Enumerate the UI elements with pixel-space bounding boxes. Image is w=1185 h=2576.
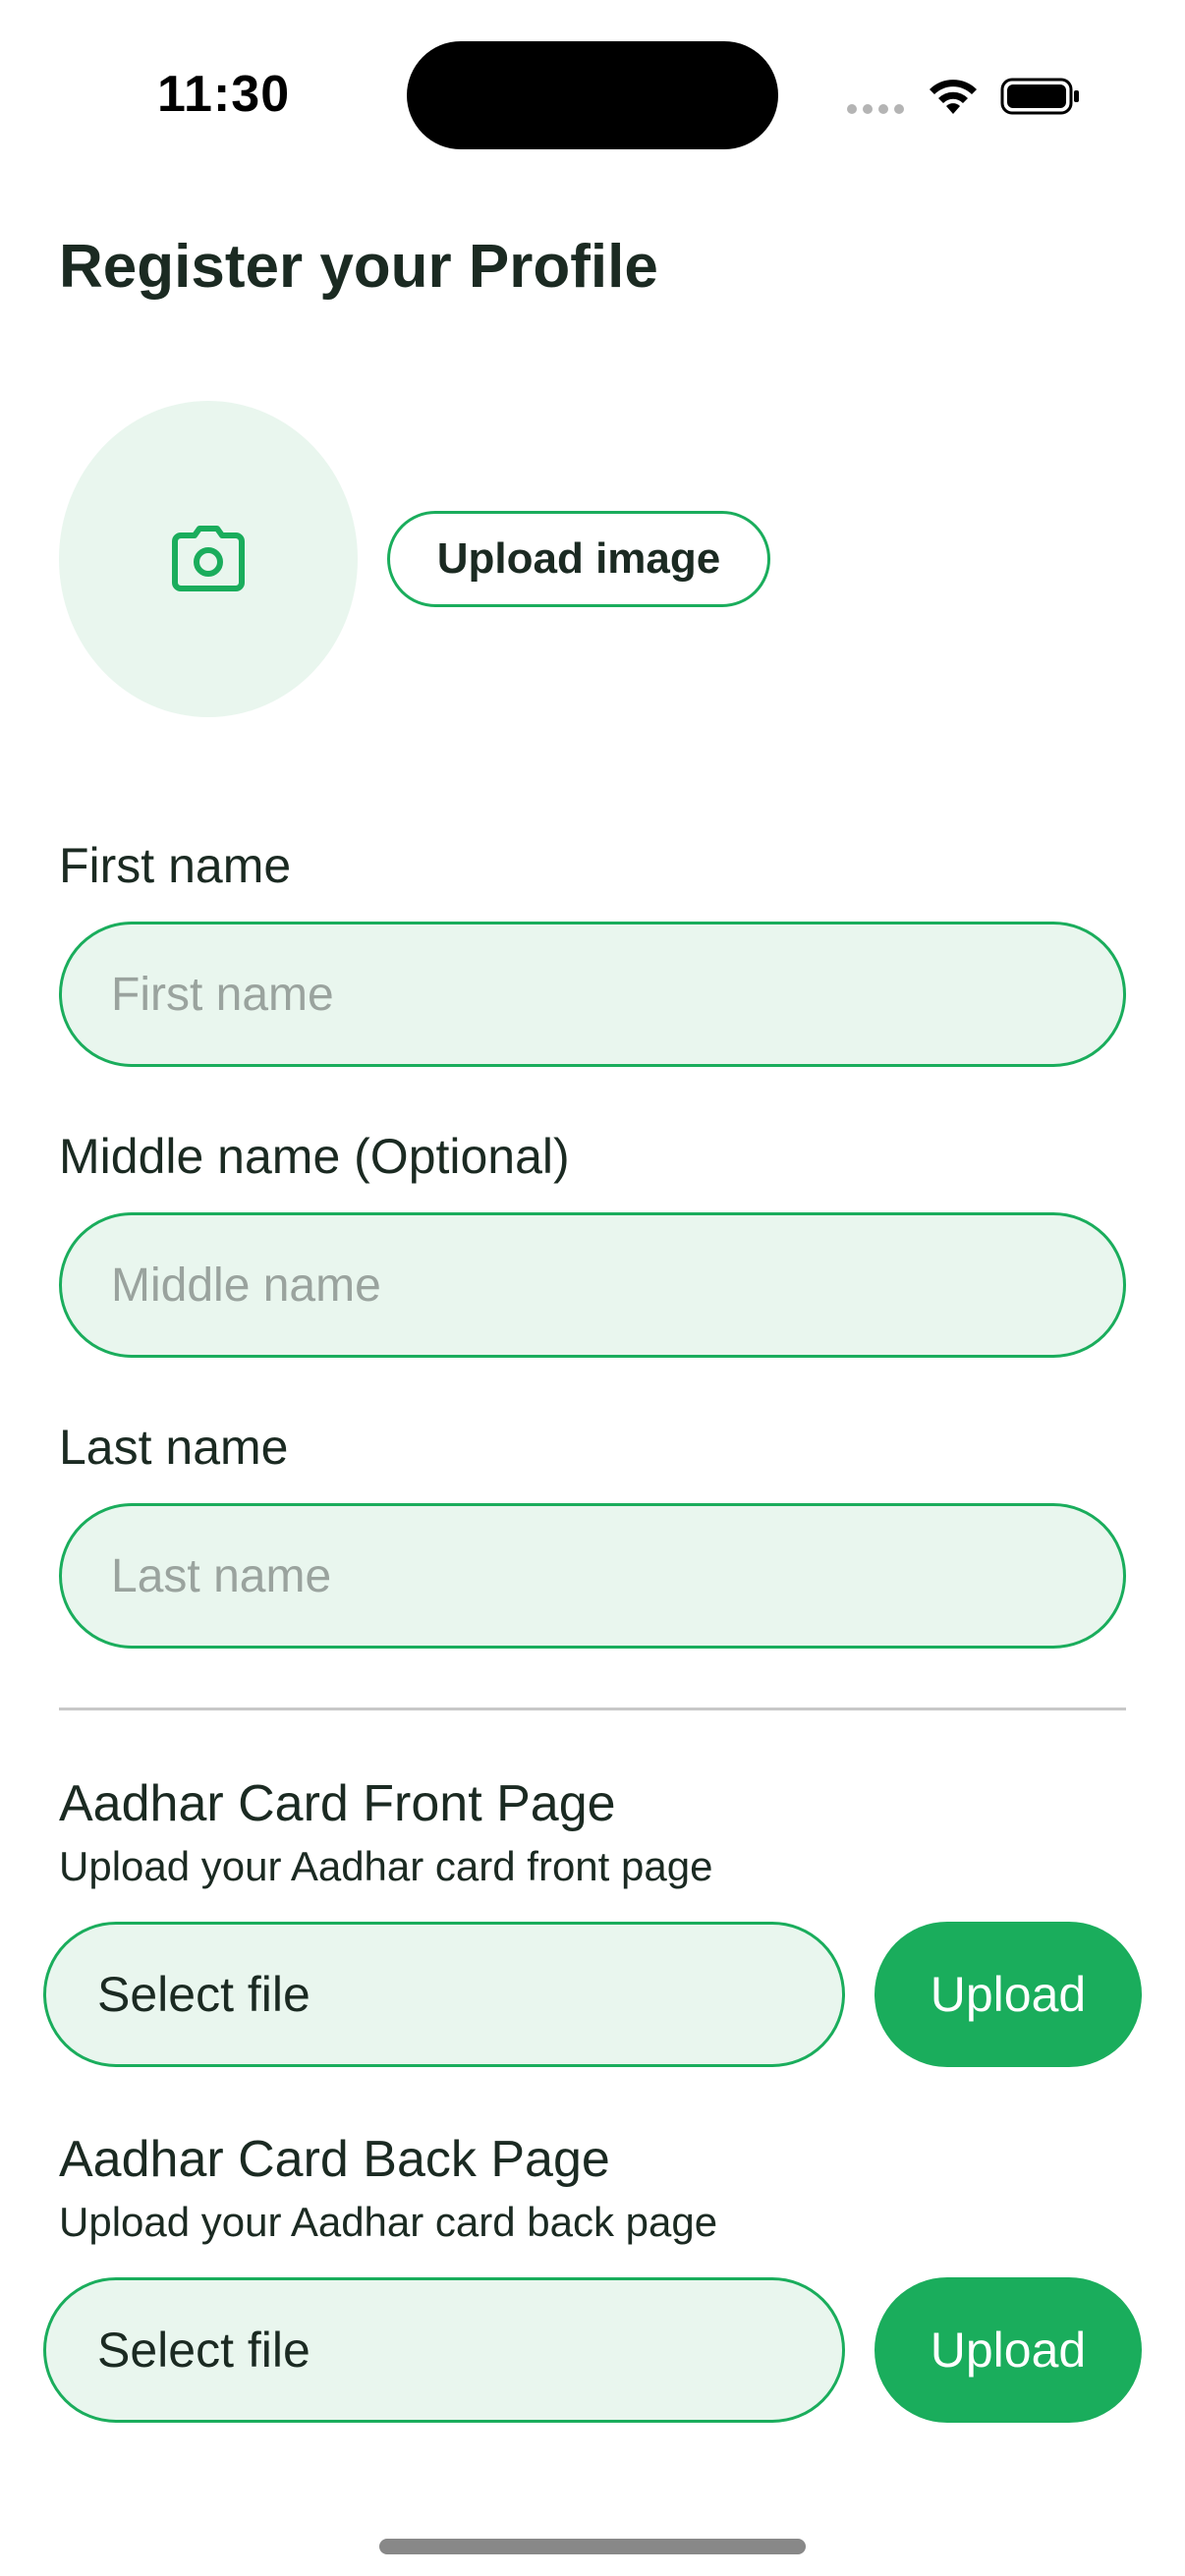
- middle-name-input[interactable]: [59, 1212, 1126, 1358]
- section-divider: [59, 1708, 1126, 1710]
- wifi-icon: [930, 80, 977, 114]
- camera-icon: [172, 526, 245, 591]
- aadhar-back-title: Aadhar Card Back Page: [59, 2131, 610, 2188]
- aadhar-back-upload-button[interactable]: Upload: [875, 2277, 1142, 2423]
- cellular-signal-icon: [847, 104, 904, 114]
- aadhar-front-upload-button[interactable]: Upload: [875, 1922, 1142, 2067]
- status-time: 11:30: [157, 66, 291, 123]
- home-indicator[interactable]: [379, 2539, 806, 2554]
- register-profile-screen: 11:30 Register your Profile Upload image…: [0, 0, 1185, 2576]
- upload-image-button[interactable]: Upload image: [387, 511, 770, 607]
- aadhar-front-select-file[interactable]: Select file: [43, 1922, 845, 2067]
- aadhar-front-subtitle: Upload your Aadhar card front page: [59, 1843, 713, 1889]
- page-title: Register your Profile: [59, 233, 658, 301]
- first-name-input[interactable]: [59, 922, 1126, 1067]
- aadhar-back-subtitle: Upload your Aadhar card back page: [59, 2199, 718, 2245]
- first-name-label: First name: [59, 838, 292, 893]
- last-name-input[interactable]: [59, 1503, 1126, 1649]
- select-file-label: Select file: [97, 1967, 310, 2022]
- dynamic-island: [407, 41, 778, 149]
- last-name-label: Last name: [59, 1420, 289, 1475]
- middle-name-label: Middle name (Optional): [59, 1129, 570, 1184]
- avatar-placeholder[interactable]: [59, 401, 358, 717]
- aadhar-front-title: Aadhar Card Front Page: [59, 1775, 616, 1832]
- aadhar-back-select-file[interactable]: Select file: [43, 2277, 845, 2423]
- select-file-label: Select file: [97, 2323, 310, 2378]
- battery-icon: [1000, 78, 1079, 115]
